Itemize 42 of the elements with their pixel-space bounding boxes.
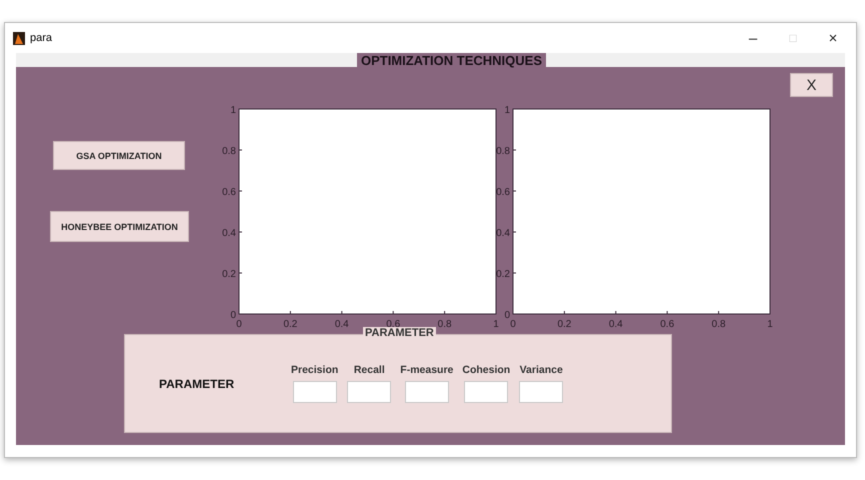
window-title: para [30, 32, 52, 44]
optimization-button[interactable]: HONEYBEE OPTIMIZATION [50, 211, 189, 242]
tick-label: 0.2 [283, 319, 298, 330]
input-field[interactable] [404, 381, 449, 403]
input-field[interactable] [347, 381, 392, 403]
tick-label: 1 [230, 105, 236, 116]
field-label: Precision [291, 364, 338, 376]
tick-label: 0.2 [496, 269, 510, 280]
close-button[interactable]: × [813, 25, 853, 51]
panel-label: PARAMETER [159, 376, 236, 390]
field-label: F-measure [400, 364, 454, 376]
tick-label: 0.4 [608, 319, 623, 330]
field-label: Cohesion [462, 364, 510, 376]
tick-label: 0.4 [222, 228, 236, 239]
tick-label: 0.4 [334, 319, 349, 330]
minimize-button[interactable]: – [733, 25, 773, 51]
tick-label: 0.6 [660, 319, 674, 330]
tick-label: 0.2 [222, 269, 236, 280]
tick-label: 0 [236, 319, 242, 330]
input-field[interactable] [464, 381, 508, 403]
tick-label: 0.2 [557, 319, 572, 330]
close-button[interactable]: X [790, 73, 833, 97]
tick-label: 0.4 [496, 228, 510, 239]
optimization-button[interactable]: GSA OPTIMIZATION [53, 141, 185, 170]
field-label: Recall [354, 364, 385, 376]
tick-label: 0.6 [496, 187, 510, 198]
tick-label: 0 [510, 319, 516, 330]
tick-label: 0.8 [222, 146, 236, 157]
tick-label: 1 [504, 105, 510, 116]
tick-label: 0.6 [222, 187, 236, 198]
field-label: Variance [520, 364, 563, 376]
figure-title: OPTIMIZATION TECHNIQUES [356, 53, 546, 68]
tick-label: 0 [504, 310, 510, 321]
tick-label: 0.8 [496, 146, 510, 157]
tick-label: 0.8 [438, 319, 452, 330]
app-icon [13, 32, 25, 44]
tick-label: 1 [493, 319, 499, 330]
tick-label: 1 [767, 319, 773, 330]
input-field[interactable] [292, 381, 337, 403]
input-field[interactable] [519, 381, 564, 403]
tick-label: 0.8 [712, 319, 726, 330]
tick-label: 0 [230, 310, 236, 321]
